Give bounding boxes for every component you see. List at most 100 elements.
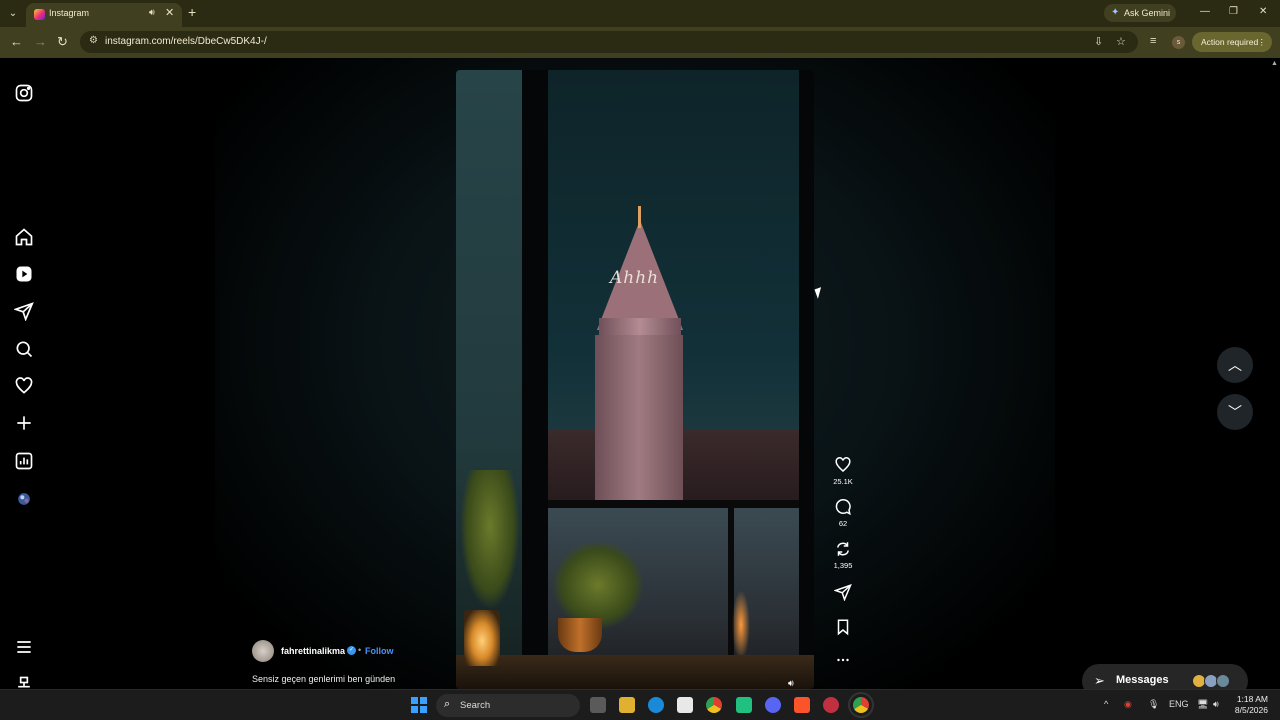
clock-time: 1:18 AM (1236, 694, 1268, 704)
file-explorer-icon[interactable] (619, 697, 635, 713)
action-required-button[interactable]: Action required ⋮ (1192, 32, 1272, 52)
tower-body (595, 335, 683, 510)
tab-search-list-icon[interactable]: ≡ (1150, 35, 1156, 47)
close-window-icon[interactable]: ✕ (1259, 6, 1267, 17)
chevron-up-icon: ︿ (1228, 357, 1242, 373)
reel-window-frame-left (522, 70, 548, 689)
create-icon[interactable] (14, 413, 34, 433)
reel-plant-left (460, 470, 520, 610)
reel-pot (558, 618, 602, 652)
dashboard-icon[interactable] (14, 451, 34, 471)
store-icon[interactable] (677, 697, 693, 713)
tab-search-icon[interactable]: ⌄ (5, 6, 21, 22)
reel-window-frame-right (799, 70, 814, 689)
share-button[interactable] (828, 583, 858, 601)
android-studio-icon[interactable] (736, 697, 752, 713)
reel-floor (456, 655, 814, 689)
system-clock[interactable]: 1:18 AM 8/5/2026 (1230, 694, 1268, 716)
app-icon[interactable] (823, 697, 839, 713)
tab-instagram[interactable]: Instagram 🔊︎ ✕ (26, 3, 182, 27)
site-info-icon[interactable]: ⚙ (89, 35, 98, 46)
audio-playing-icon[interactable]: 🔊︎ (149, 7, 155, 18)
repost-count: 1,395 (833, 561, 853, 570)
profile-avatar[interactable]: s (1172, 36, 1185, 49)
bookmark-star-icon[interactable]: ☆ (1116, 35, 1126, 48)
network-icon[interactable]: 🖥︎ (1197, 699, 1208, 710)
tab-close-icon[interactable]: ✕ (165, 6, 174, 19)
more-options-button[interactable] (828, 651, 858, 669)
windows-taskbar: ⌕ Search ^ ◉ 🎙︎ ENG 🖥︎ 🔊︎ 1:18 AM 8/5/20… (0, 689, 1280, 720)
reels-icon[interactable] (14, 264, 34, 284)
kebab-menu-icon[interactable]: ⋮ (1258, 32, 1267, 52)
tray-overflow-icon[interactable]: ^ (1104, 699, 1108, 709)
restore-icon[interactable]: ❐ (1229, 6, 1238, 17)
windows-start-icon[interactable] (411, 697, 427, 713)
forward-icon[interactable]: → (34, 34, 47, 49)
home-icon[interactable] (14, 227, 34, 247)
separator-dot: • (358, 645, 362, 655)
microphone-icon[interactable]: 🎙︎ (1148, 699, 1159, 710)
previous-reel-button[interactable]: ︿ (1217, 347, 1253, 383)
repost-icon (837, 542, 849, 556)
scroll-up-arrow-icon[interactable]: ▲ (1271, 60, 1278, 67)
author-avatar[interactable] (252, 640, 274, 662)
reel-plant-center (552, 540, 644, 630)
more-icon[interactable] (14, 675, 34, 689)
chrome-active-icon[interactable] (848, 692, 874, 718)
repost-button[interactable]: 1,395 (828, 540, 858, 570)
tab-title: Instagram (49, 8, 90, 18)
gemini-icon: ✦ (1111, 7, 1120, 18)
notifications-icon[interactable] (14, 376, 34, 396)
messages-button[interactable]: ➢ Messages (1082, 664, 1248, 689)
message-avatar (1216, 674, 1230, 688)
brave-icon[interactable] (794, 697, 810, 713)
new-tab-icon[interactable]: + (188, 4, 196, 20)
clock-date: 8/5/2026 (1234, 705, 1268, 715)
task-view-icon[interactable] (590, 697, 606, 713)
language-indicator[interactable]: ENG (1169, 699, 1189, 709)
next-reel-button[interactable]: ﹀ (1217, 394, 1253, 430)
tab-strip: ⌄ Instagram 🔊︎ ✕ + ✦ Ask Gemini — ❐ ✕ (0, 0, 1280, 27)
save-button[interactable] (828, 618, 858, 636)
reload-icon[interactable]: ↻ (57, 34, 68, 50)
search-icon: ⌕ (444, 698, 451, 710)
profile-avatar[interactable] (14, 489, 34, 509)
taskbar-search-label: Search (460, 700, 491, 711)
tray-app-icon[interactable]: ◉ (1124, 699, 1132, 710)
browser-toolbar: ← → ↻ ⚙ instagram.com/reels/DbeCw5DK4J-/… (0, 27, 1280, 58)
instagram-page: ▲ Ahhh 🔊︎ 25.1K 62 1,395 fahrettinalikma… (0, 58, 1280, 689)
volume-icon[interactable]: 🔊︎ (1213, 699, 1219, 710)
like-button[interactable]: 25.1K (828, 456, 858, 486)
chrome-icon[interactable] (706, 697, 722, 713)
minimize-icon[interactable]: — (1200, 6, 1210, 17)
menu-icon[interactable] (14, 637, 34, 657)
like-count: 25.1K (833, 477, 853, 486)
comment-icon (835, 498, 851, 516)
url-text[interactable]: instagram.com/reels/DbeCw5DK4J-/ (105, 36, 267, 47)
direct-message-icon: ➢ (1094, 673, 1105, 688)
tower-spire (638, 206, 641, 228)
comment-button[interactable]: 62 (828, 498, 858, 528)
follow-button[interactable]: Follow (365, 646, 394, 656)
search-icon[interactable] (14, 339, 34, 359)
back-icon[interactable]: ← (10, 34, 23, 49)
verified-badge-icon: ✓ (347, 646, 356, 655)
action-required-label: Action required (1201, 37, 1259, 47)
author-username[interactable]: fahrettinalikma (281, 646, 345, 656)
audio-icon[interactable]: 🔊︎ (788, 678, 794, 689)
discord-icon[interactable] (765, 697, 781, 713)
install-app-icon[interactable]: ⇩ (1094, 35, 1103, 48)
ask-gemini-label: Ask Gemini (1124, 8, 1171, 18)
ask-gemini-button[interactable]: ✦ Ask Gemini (1104, 4, 1176, 22)
reel-railing (548, 500, 799, 508)
comment-count: 62 (838, 519, 848, 528)
instagram-icon[interactable] (14, 83, 34, 103)
address-bar[interactable]: ⚙ instagram.com/reels/DbeCw5DK4J-/ ⇩ ☆ (80, 31, 1138, 53)
messages-icon[interactable] (13, 301, 34, 322)
reel-lantern (464, 610, 500, 666)
reel-video[interactable]: Ahhh 🔊︎ (456, 70, 814, 689)
taskbar-search[interactable]: ⌕ Search (436, 694, 580, 717)
instagram-favicon-icon (34, 9, 45, 20)
edge-icon[interactable] (648, 697, 664, 713)
reel-lamp-glow (732, 590, 750, 660)
